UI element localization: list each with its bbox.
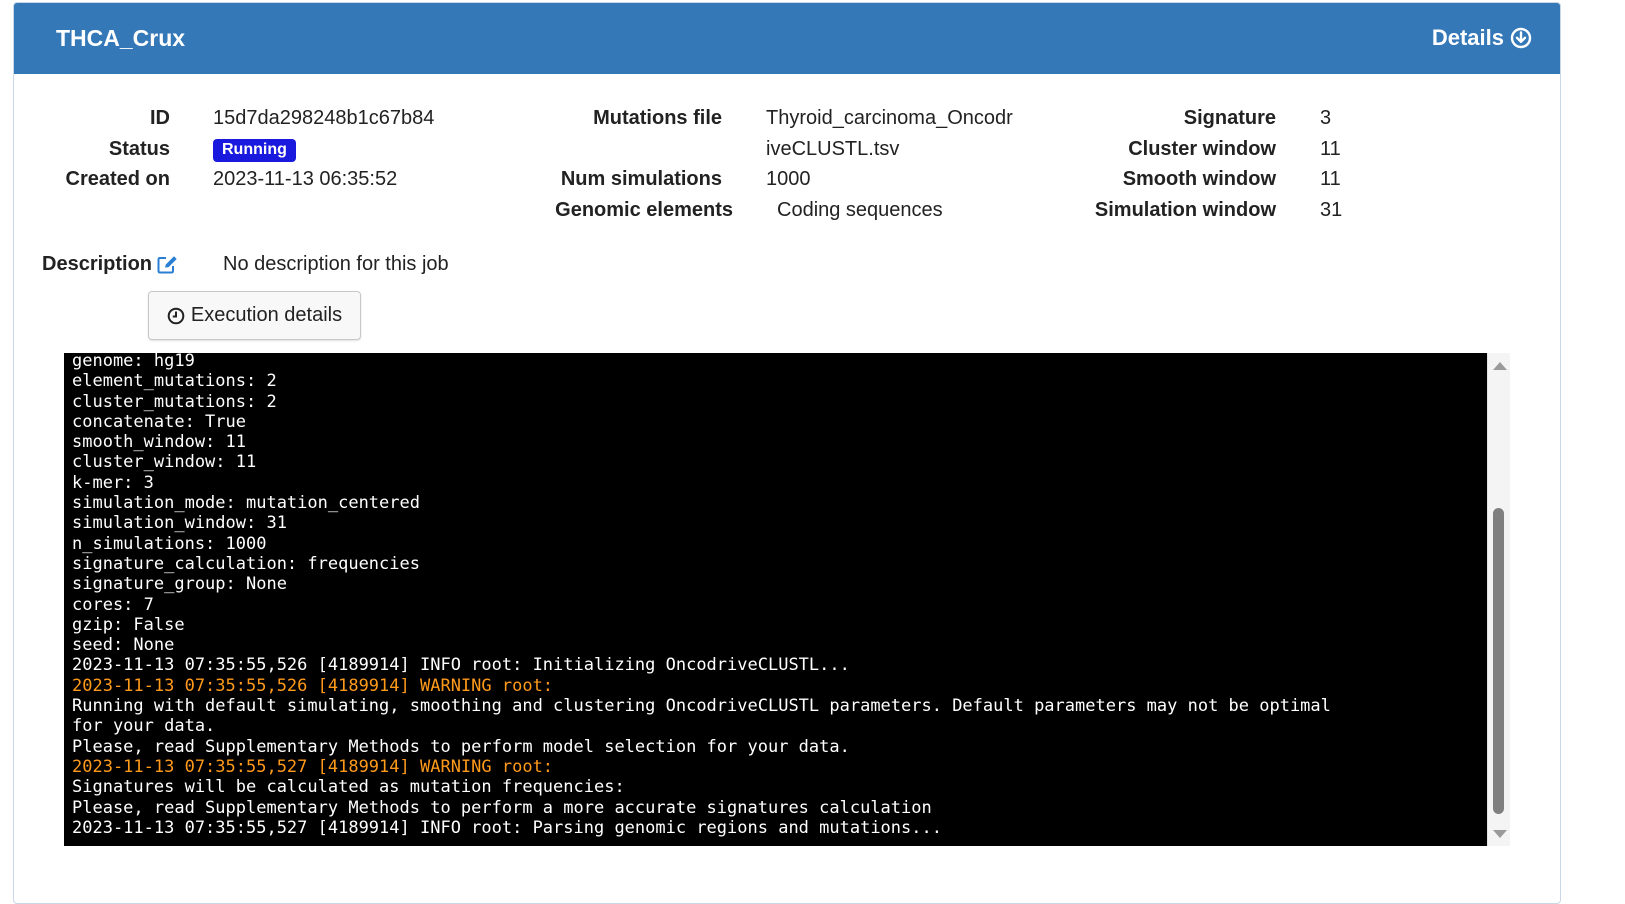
console-scrollbar[interactable] bbox=[1487, 353, 1510, 846]
status-label: Status bbox=[108, 138, 170, 160]
signature-value: 3 bbox=[1320, 107, 1332, 129]
log-line: element_mutations: 2 bbox=[72, 371, 277, 392]
genomic-elements-label: Genomic elements bbox=[555, 199, 733, 221]
log-line: signature_group: None bbox=[72, 574, 287, 595]
scroll-thumb[interactable] bbox=[1493, 508, 1504, 814]
card-header: THCA_Crux Details bbox=[14, 3, 1560, 74]
num-simulations-value: 1000 bbox=[766, 168, 811, 190]
edit-icon[interactable] bbox=[157, 255, 178, 274]
signature-label: Signature bbox=[1183, 107, 1276, 129]
log-line: 2023-11-13 07:35:55,526 [4189914] INFO r… bbox=[72, 655, 850, 676]
log-line: simulation_mode: mutation_centered bbox=[72, 493, 420, 514]
log-line: cluster_window: 11 bbox=[72, 452, 257, 473]
log-line: for your data. bbox=[72, 716, 216, 737]
num-simulations-label: Num simulations bbox=[560, 168, 722, 190]
mutations-file-value-line1: Thyroid_carcinoma_Oncodr bbox=[766, 107, 1013, 129]
clock-icon bbox=[167, 307, 185, 324]
scroll-up-arrow-icon[interactable] bbox=[1493, 362, 1507, 370]
log-line: simulation_window: 31 bbox=[72, 513, 287, 534]
log-line: smooth_window: 11 bbox=[72, 432, 246, 453]
mutations-file-value-line2: iveCLUSTL.tsv bbox=[766, 138, 900, 160]
log-line: genome: hg19 bbox=[72, 353, 195, 371]
id-label: ID bbox=[150, 107, 170, 129]
id-value: 15d7da298248b1c67b84 bbox=[213, 107, 435, 129]
log-line: concatenate: True bbox=[72, 411, 246, 432]
log-line: Please, read Supplementary Methods to pe… bbox=[72, 736, 850, 757]
mutations-file-label: Mutations file bbox=[593, 107, 722, 129]
description-label-group: Description bbox=[42, 253, 178, 276]
log-line: n_simulations: 1000 bbox=[72, 533, 267, 554]
cluster-window-value: 11 bbox=[1320, 138, 1341, 160]
created-value: 2023-11-13 06:35:52 bbox=[213, 168, 398, 190]
details-toggle[interactable]: Details bbox=[1432, 25, 1532, 51]
simulation-window-label: Simulation window bbox=[1094, 199, 1276, 221]
log-line: Running with default simulating, smoothi… bbox=[72, 696, 1331, 717]
log-line: Signatures will be calculated as mutatio… bbox=[72, 777, 625, 798]
log-line: k-mer: 3 bbox=[72, 472, 154, 493]
smooth-window-label: Smooth window bbox=[1122, 168, 1276, 190]
log-line: Please, read Supplementary Methods to pe… bbox=[72, 797, 932, 818]
smooth-window-value: 11 bbox=[1320, 168, 1341, 190]
log-line-warning: 2023-11-13 07:35:55,526 [4189914] WARNIN… bbox=[72, 675, 554, 696]
log-lines: genome: hg19 element_mutations: 2 cluster_… bbox=[72, 353, 1479, 838]
description-label: Description bbox=[42, 253, 153, 275]
scroll-down-arrow-icon[interactable] bbox=[1493, 830, 1507, 838]
log-line: seed: None bbox=[72, 635, 175, 656]
job-card: THCA_Crux Details ID 15d7da298248b1c67b8… bbox=[13, 2, 1561, 904]
job-title: THCA_Crux bbox=[56, 25, 186, 51]
execution-details-button[interactable]: Execution details bbox=[148, 291, 361, 340]
log-line: cores: 7 bbox=[72, 594, 154, 615]
description-value: No description for this job bbox=[223, 253, 449, 275]
simulation-window-value: 31 bbox=[1320, 199, 1343, 221]
log-line: signature_calculation: frequencies bbox=[72, 553, 420, 574]
genomic-elements-value: Coding sequences bbox=[777, 199, 943, 221]
log-line: cluster_mutations: 2 bbox=[72, 391, 277, 412]
created-label: Created on bbox=[65, 168, 170, 190]
details-label: Details bbox=[1431, 25, 1504, 50]
log-line: 2023-11-13 07:35:55,527 [4189914] INFO r… bbox=[72, 817, 942, 838]
execution-log-console[interactable]: genome: hg19 element_mutations: 2 cluster_… bbox=[64, 353, 1487, 846]
chevron-down-circle-icon bbox=[1510, 27, 1532, 49]
status-badge: Running bbox=[213, 139, 296, 162]
log-line: gzip: False bbox=[72, 614, 185, 635]
log-line-warning: 2023-11-13 07:35:55,527 [4189914] WARNIN… bbox=[72, 756, 554, 777]
cluster-window-label: Cluster window bbox=[1128, 138, 1276, 160]
execution-details-label: Execution details bbox=[190, 304, 343, 326]
